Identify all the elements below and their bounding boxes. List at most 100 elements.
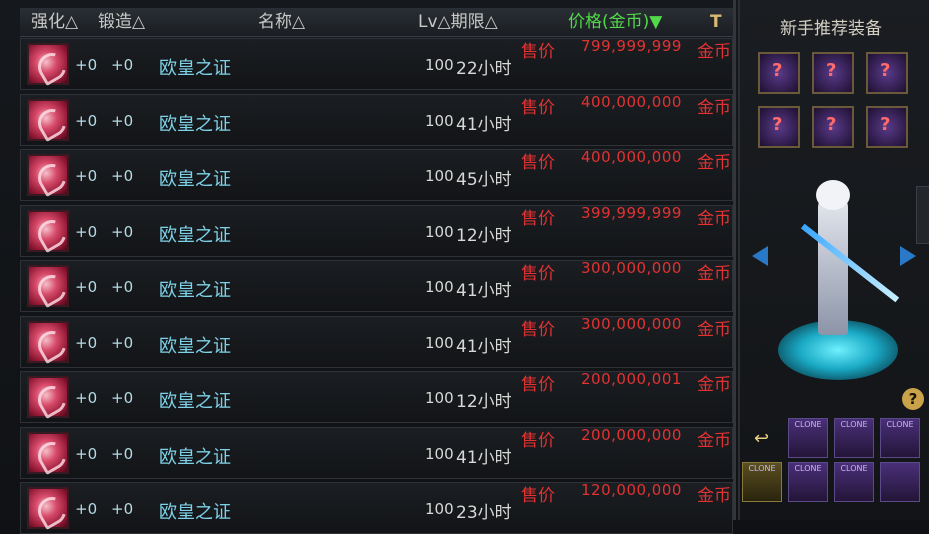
- item-name: 欧皇之证: [159, 113, 231, 135]
- listing-row[interactable]: +0 +0 欧皇之证 100 41小时 售价 200,000,000 金币: [20, 425, 733, 479]
- listing-period: 41小时: [456, 447, 512, 468]
- item-name: 欧皇之证: [159, 224, 231, 246]
- item-level: 100: [425, 56, 454, 74]
- listing-period: 23小时: [456, 503, 512, 523]
- item-name: 欧皇之证: [159, 391, 231, 412]
- item-name: 欧皇之证: [159, 169, 231, 190]
- listing-period: 41小时: [456, 114, 512, 135]
- sort-level-period-header[interactable]: Lv△期限△: [418, 12, 498, 32]
- currency-label: 金币: [697, 264, 731, 284]
- price-tag-label: 售价: [521, 42, 555, 62]
- forge-level: +0: [111, 167, 134, 185]
- listing-price: 120,000,000: [581, 481, 682, 499]
- price-tag-label: 售价: [521, 319, 555, 340]
- listing-price: 400,000,000: [581, 92, 682, 111]
- forge-level: +0: [111, 444, 134, 463]
- currency-label: 金币: [697, 319, 731, 340]
- listing-row[interactable]: +0 +0 欧皇之证 100 12小时 售价 200,000,001 金币: [20, 370, 733, 423]
- listing-period: 41小时: [456, 336, 512, 357]
- price-tag-label: 售价: [521, 153, 555, 173]
- item-level: 100: [425, 500, 454, 518]
- currency-label: 金币: [697, 375, 731, 395]
- ring-slot-icon[interactable]: ?: [758, 106, 800, 148]
- price-tag-label: 售价: [521, 208, 555, 229]
- price-tag-label: 售价: [521, 486, 555, 506]
- sort-price-header[interactable]: 价格(金币)▼: [568, 12, 662, 32]
- sort-name-header[interactable]: 名称△: [258, 12, 305, 32]
- listing-row[interactable]: +0 +0 欧皇之证 100 41小时 售价 300,000,000 金币: [20, 315, 733, 368]
- weapon-slot-icon[interactable]: ?: [758, 52, 800, 94]
- clone-avatar-slot[interactable]: CLONE: [834, 418, 874, 458]
- shoulder-slot-icon[interactable]: ?: [812, 52, 854, 94]
- mystery-icon: ?: [880, 60, 891, 81]
- auction-list-panel: 强化△ 锻造△ 名称△ Lv△期限△ 价格(金币)▼ T +0 +0 欧皇之证 100…: [0, 0, 740, 534]
- item-icon[interactable]: [27, 431, 69, 474]
- listing-price: 200,000,001: [581, 370, 682, 388]
- item-icon[interactable]: [27, 487, 69, 529]
- help-icon[interactable]: ?: [902, 388, 924, 410]
- currency-label: 金币: [697, 153, 731, 173]
- item-icon[interactable]: [27, 265, 69, 307]
- belt-slot-icon[interactable]: ?: [812, 106, 854, 148]
- item-icon[interactable]: [27, 154, 69, 196]
- clone-avatar-slot[interactable]: CLONE: [880, 418, 920, 458]
- price-tag-label: 售价: [521, 375, 555, 395]
- enhance-level: +0: [75, 222, 98, 241]
- enhance-level: +0: [75, 278, 98, 296]
- sort-forge-header[interactable]: 锻造△: [98, 12, 145, 32]
- item-icon[interactable]: [27, 320, 69, 363]
- clone-avatar-slot[interactable]: CLONE: [788, 418, 828, 458]
- clone-avatar-slot[interactable]: CLONE: [742, 462, 782, 502]
- price-tag-label: 售价: [521, 97, 555, 118]
- currency-label: 金币: [697, 208, 731, 229]
- listing-period: 12小时: [456, 225, 512, 246]
- listing-row[interactable]: +0 +0 欧皇之证 100 41小时 售价 400,000,000 金币: [20, 92, 733, 146]
- item-name: 欧皇之证: [159, 335, 231, 357]
- boots-slot-icon[interactable]: ?: [866, 106, 908, 148]
- sword-icon: [800, 223, 900, 303]
- forge-level: +0: [111, 56, 134, 74]
- character-preview: [760, 180, 910, 390]
- listing-row[interactable]: +0 +0 欧皇之证 100 12小时 售价 399,999,999 金币: [20, 203, 733, 257]
- item-name: 欧皇之证: [159, 280, 231, 301]
- item-level: 100: [425, 278, 454, 296]
- panel-collapse-tab[interactable]: [916, 186, 929, 244]
- listing-price: 300,000,000: [581, 259, 682, 277]
- listing-price: 200,000,000: [581, 425, 682, 444]
- item-icon[interactable]: [27, 376, 69, 418]
- listing-row[interactable]: +0 +0 欧皇之证 100 23小时 售价 120,000,000 金币: [20, 481, 733, 534]
- currency-label: 金币: [697, 97, 731, 118]
- sort-enhance-header[interactable]: 强化△: [31, 12, 78, 32]
- listing-row[interactable]: +0 +0 欧皇之证 100 22小时 售价 799,999,999 金币: [20, 37, 733, 90]
- clone-avatar-slot[interactable]: CLONE: [834, 462, 874, 502]
- chest-slot-icon[interactable]: ?: [866, 52, 908, 94]
- item-level: 100: [425, 389, 454, 407]
- enhance-level: +0: [75, 167, 98, 185]
- listing-period: 22小时: [456, 59, 512, 79]
- listing-period: 41小时: [456, 281, 512, 301]
- item-level: 100: [425, 222, 454, 241]
- clone-avatar-slot[interactable]: CLONE: [788, 462, 828, 502]
- enhance-level: +0: [75, 333, 98, 352]
- forge-level: +0: [111, 278, 134, 296]
- item-level: 100: [425, 111, 454, 130]
- listing-row[interactable]: +0 +0 欧皇之证 100 45小时 售价 400,000,000 金币: [20, 148, 733, 201]
- item-level: 100: [425, 444, 454, 463]
- avatar-slot[interactable]: [880, 462, 920, 502]
- item-name: 欧皇之证: [159, 58, 231, 79]
- item-icon[interactable]: [27, 98, 69, 141]
- hammer-icon[interactable]: T: [710, 12, 722, 32]
- panel-title: 新手推荐装备: [780, 19, 882, 39]
- enhance-level: +0: [75, 500, 98, 518]
- scrollbar[interactable]: [733, 0, 736, 520]
- return-icon[interactable]: ↩: [754, 428, 769, 449]
- listing-row[interactable]: +0 +0 欧皇之证 100 41小时 售价 300,000,000 金币: [20, 259, 733, 312]
- recommended-equipment-panel: 新手推荐装备 ? ? ? ? ? ? ? ↩ CLONE CLONE CLONE…: [740, 0, 929, 520]
- item-icon[interactable]: [27, 43, 69, 85]
- listing-price: 399,999,999: [581, 203, 682, 222]
- item-icon[interactable]: [27, 209, 69, 252]
- character-head: [816, 180, 850, 210]
- listing-price: 400,000,000: [581, 148, 682, 166]
- item-name: 欧皇之证: [159, 446, 231, 468]
- price-tag-label: 售价: [521, 430, 555, 451]
